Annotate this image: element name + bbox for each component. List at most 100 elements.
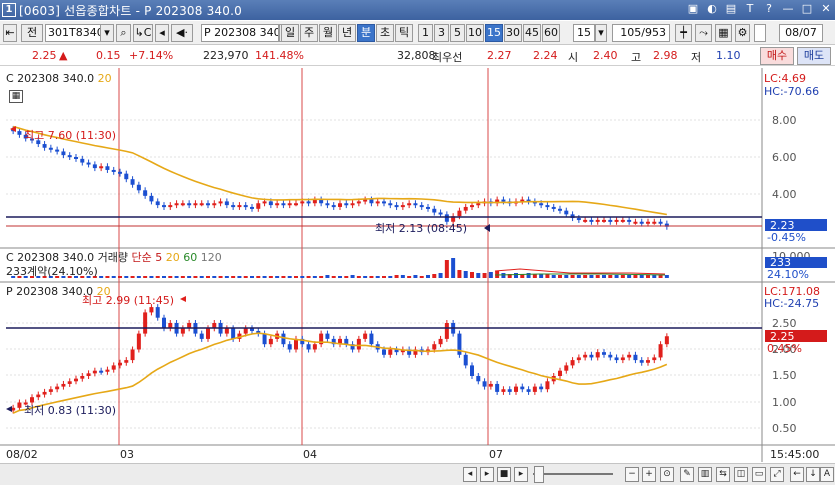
volume-bar bbox=[206, 276, 210, 278]
interval-button[interactable]: 5 bbox=[450, 24, 465, 42]
p-candle bbox=[532, 386, 537, 392]
p-candle bbox=[74, 378, 78, 382]
interval-button[interactable]: 10 bbox=[466, 24, 484, 42]
interval-value[interactable]: 15 bbox=[573, 24, 595, 42]
option-input[interactable]: P 202308 340 bbox=[201, 24, 279, 42]
volume-bar bbox=[325, 275, 330, 278]
p-candle bbox=[92, 370, 97, 374]
pin-icon[interactable]: ⇤ bbox=[3, 24, 17, 42]
pane3-hc: HC:-24.75 bbox=[764, 297, 820, 310]
interval-button[interactable]: 45 bbox=[523, 24, 541, 42]
dual-icon[interactable]: ⇆ bbox=[716, 467, 730, 482]
bar-icon[interactable]: ▥ bbox=[698, 467, 712, 482]
code-input[interactable]: 301T8340 bbox=[45, 24, 101, 42]
minimize-icon[interactable]: — bbox=[781, 2, 795, 16]
p-candle bbox=[356, 338, 361, 350]
volume-bar bbox=[558, 275, 562, 278]
period-button[interactable]: 초 bbox=[376, 24, 394, 42]
count-field[interactable]: 105/953 bbox=[612, 24, 670, 42]
calendar-icon[interactable]: ▦ bbox=[9, 90, 23, 103]
p-candle bbox=[143, 312, 148, 334]
zoom-slider[interactable] bbox=[533, 473, 613, 475]
chart-area[interactable]: 8.00 6.00 4.00 2.50 2.00 1.50 1.00 0.50 10,000 08… bbox=[0, 68, 835, 462]
p-candle bbox=[652, 357, 657, 361]
volume-bar bbox=[608, 275, 613, 278]
prev-icon[interactable]: ◂ bbox=[463, 467, 477, 482]
zoom-slider-thumb[interactable] bbox=[534, 466, 544, 483]
scroll-left-icon[interactable]: ← bbox=[790, 467, 804, 482]
period-button[interactable]: 년 bbox=[338, 24, 356, 42]
search-icon[interactable]: ⌕ bbox=[116, 24, 131, 42]
scroll-down-icon[interactable]: ↓ bbox=[806, 467, 820, 482]
grid-icon[interactable]: ▤ bbox=[724, 2, 738, 16]
chart-svg[interactable]: 8.006.004.002.502.001.501.000.5010,00008… bbox=[0, 68, 835, 462]
chart-toggle-icon[interactable]: ◫ bbox=[734, 467, 748, 482]
p-candle bbox=[463, 354, 468, 366]
c-candle bbox=[99, 166, 104, 169]
maximize-icon[interactable]: □ bbox=[800, 2, 814, 16]
c-candle bbox=[331, 205, 336, 208]
c-candle bbox=[193, 203, 198, 206]
xaxis-label: 08/02 bbox=[6, 448, 38, 461]
stop-icon[interactable]: ■ bbox=[497, 467, 511, 482]
c-candle bbox=[111, 169, 116, 172]
xaxis-time: 15:45:00 bbox=[770, 448, 819, 461]
line-chart-icon[interactable]: ⤳ bbox=[695, 24, 712, 42]
period-button[interactable]: 주 bbox=[300, 24, 318, 42]
fit-icon[interactable]: ⤢ bbox=[770, 467, 784, 482]
next-icon[interactable]: ▸ bbox=[480, 467, 494, 482]
c-candle bbox=[218, 201, 223, 204]
c-toggle-icon[interactable]: ↳C bbox=[133, 24, 153, 42]
p-candle bbox=[155, 307, 160, 318]
code-dropdown-icon[interactable]: ▾ bbox=[100, 24, 114, 42]
volume-bar bbox=[463, 271, 468, 278]
period-button[interactable]: 월 bbox=[319, 24, 337, 42]
c-candle bbox=[633, 221, 638, 224]
period-button[interactable]: 틱 bbox=[395, 24, 413, 42]
volume-bar bbox=[262, 276, 267, 278]
left-arrow-icon[interactable]: ◂ bbox=[155, 24, 169, 42]
text-icon[interactable]: T bbox=[743, 2, 757, 16]
c-candle bbox=[149, 195, 154, 202]
zoom-out-icon[interactable]: − bbox=[625, 467, 639, 482]
volume-bar bbox=[306, 276, 311, 278]
zoom-in-icon[interactable]: + bbox=[642, 467, 656, 482]
volume-bar bbox=[369, 276, 374, 278]
interval-button[interactable]: 15 bbox=[485, 24, 503, 42]
reset-icon[interactable]: ⊙ bbox=[660, 467, 674, 482]
scroll-right-icon[interactable]: A bbox=[820, 467, 834, 482]
layout-icon[interactable]: ▣ bbox=[686, 2, 700, 16]
c-candle bbox=[231, 205, 236, 208]
p-candle bbox=[86, 373, 91, 376]
p-candle bbox=[664, 336, 669, 345]
buy-button[interactable]: 매수 bbox=[760, 47, 794, 65]
p-candle bbox=[570, 360, 575, 366]
sell-button[interactable]: 매도 bbox=[797, 47, 831, 65]
speaker-icon[interactable]: ◀· bbox=[171, 24, 193, 42]
settings-icon[interactable]: ⚙ bbox=[735, 24, 750, 42]
close-icon[interactable]: ✕ bbox=[819, 2, 833, 16]
forward-icon[interactable]: ▸ bbox=[514, 467, 528, 482]
c-candle bbox=[646, 221, 650, 224]
interval-dropdown-icon[interactable]: ▾ bbox=[595, 24, 607, 42]
candle-icon[interactable]: ┿ bbox=[675, 24, 692, 42]
interval-button[interactable]: 1 bbox=[418, 24, 433, 42]
theme-icon[interactable]: ◐ bbox=[705, 2, 719, 16]
interval-button[interactable]: 30 bbox=[504, 24, 522, 42]
p-candle bbox=[206, 328, 210, 339]
date-checkbox[interactable] bbox=[754, 24, 766, 42]
screen-icon[interactable]: ▭ bbox=[752, 467, 766, 482]
date-field[interactable]: 08/07 bbox=[779, 24, 823, 42]
period-button[interactable]: 분 bbox=[357, 24, 375, 42]
period-button[interactable]: 일 bbox=[281, 24, 299, 42]
interval-button[interactable]: 60 bbox=[542, 24, 560, 42]
interval-button[interactable]: 3 bbox=[434, 24, 449, 42]
pane1-max: 최고 7.60 (11:30) bbox=[24, 129, 117, 142]
help-icon[interactable]: ? bbox=[762, 2, 776, 16]
table-icon[interactable]: ▦ bbox=[715, 24, 732, 42]
title-bar[interactable]: 1 [0603] 선옵종합차트 - P 202308 340.0 ▣ ◐ ▤ T… bbox=[0, 0, 835, 20]
c-candle bbox=[268, 201, 273, 206]
draw-icon[interactable]: ✎ bbox=[680, 467, 694, 482]
jeon-button[interactable]: 전 bbox=[21, 24, 43, 42]
volume-bar bbox=[162, 276, 166, 278]
